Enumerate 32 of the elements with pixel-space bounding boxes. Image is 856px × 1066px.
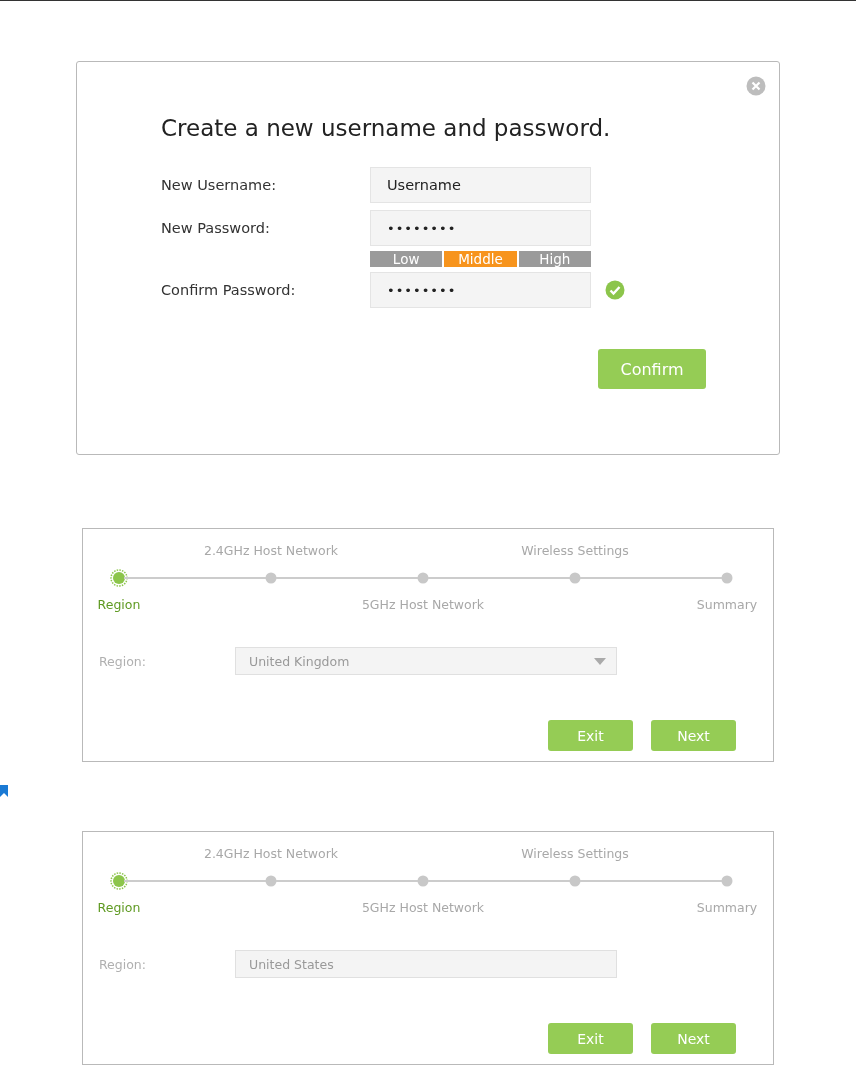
caret-icon <box>594 657 606 665</box>
step-label: Region <box>97 901 141 915</box>
password-field[interactable]: •••••••• <box>370 272 591 308</box>
next-button[interactable]: Next <box>651 1023 736 1054</box>
strength-level: Low <box>370 251 443 267</box>
exit-button[interactable]: Exit <box>548 1023 633 1054</box>
strength-level: Middle <box>444 251 517 267</box>
step-label: 2.4GHz Host Network <box>203 847 339 861</box>
dialog-title: Create a new username and password. <box>161 115 611 143</box>
confirm-button[interactable]: Confirm <box>598 349 706 389</box>
field-label: New Username: <box>161 177 278 193</box>
region-label: Region: <box>99 956 147 972</box>
password-field[interactable]: •••••••• <box>370 210 591 246</box>
field-label: Confirm Password: <box>161 282 297 298</box>
step-label: Wireless Settings <box>521 847 629 861</box>
bookmark-icon <box>0 785 8 797</box>
strength-level: High <box>518 251 591 267</box>
step-label: 2.4GHz Host Network <box>203 544 339 558</box>
region-dropdown[interactable]: United Kingdom <box>235 647 617 675</box>
exit-button[interactable]: Exit <box>548 720 633 751</box>
field-label: New Password: <box>161 220 271 236</box>
username-field[interactable]: Username <box>370 167 591 203</box>
close-icon[interactable] <box>746 76 766 96</box>
region-label: Region: <box>99 653 147 669</box>
next-button[interactable]: Next <box>651 720 736 751</box>
region-field[interactable]: United States <box>235 950 617 978</box>
step-label: 5GHz Host Network <box>361 901 485 915</box>
step-label: Wireless Settings <box>521 544 629 558</box>
step-label: Summary <box>696 901 758 915</box>
step-label: Region <box>97 598 141 612</box>
step-label: Summary <box>696 598 758 612</box>
step-label: 5GHz Host Network <box>361 598 485 612</box>
